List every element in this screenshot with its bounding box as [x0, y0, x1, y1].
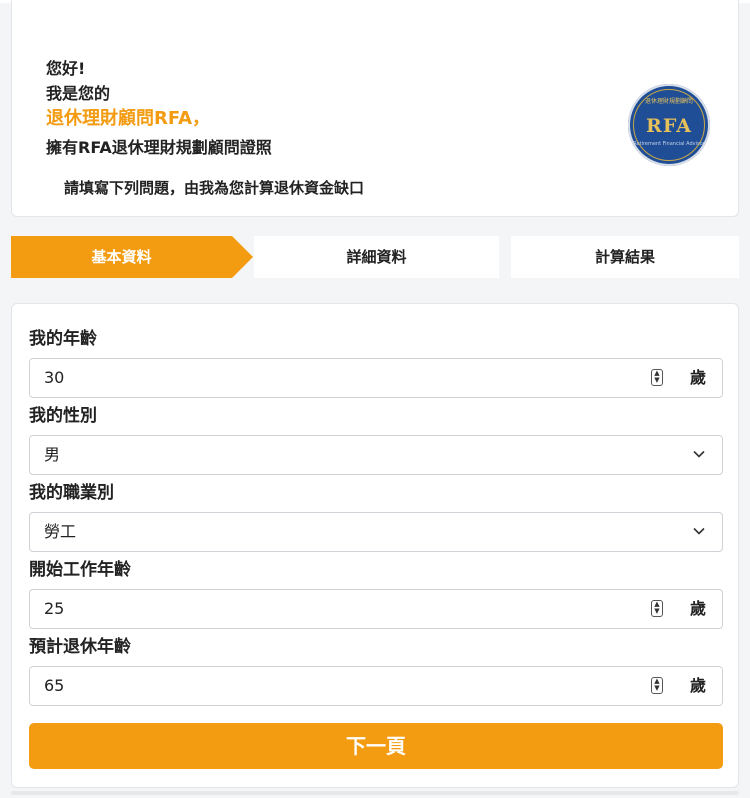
certificate-line: 擁有RFA退休理財規劃顧問證照 [46, 138, 272, 157]
stepper-icon[interactable]: ▲ ▼ [651, 677, 663, 694]
occupation-select[interactable]: 勞工 [29, 512, 723, 552]
start-age-input[interactable]: 25 ▲ ▼ 歲 [29, 589, 723, 629]
step-results: 計算結果 [511, 236, 739, 278]
greeting: 您好! [46, 59, 86, 78]
start-age-unit: 歲 [690, 599, 707, 618]
age-input[interactable]: 30 ▲ ▼ 歲 [29, 358, 723, 398]
rfa-logo: 退休理財規劃顧問 RFA Retirement Financial Adviso… [628, 84, 710, 166]
retire-age-label: 預計退休年齡 [29, 637, 131, 657]
start-age-label: 開始工作年齡 [29, 560, 131, 580]
intro-card: 您好! 我是您的 退休理財顧問RFA， 擁有RFA退休理財規劃顧問證照 請填寫下… [11, 0, 739, 217]
stepper-icon[interactable]: ▲ ▼ [651, 369, 663, 386]
step-basic-info: 基本資料 [11, 236, 253, 278]
step-details: 詳細資料 [254, 236, 499, 278]
instruction-text: 請填寫下列問題，由我為您計算退休資金缺口 [64, 179, 365, 197]
intro-line: 我是您的 [46, 84, 111, 103]
chevron-down-icon [693, 527, 705, 535]
next-page-button[interactable]: 下一頁 [29, 723, 723, 769]
gender-label: 我的性別 [29, 406, 97, 426]
logo-subtext: Retirement Financial Advisor [633, 141, 705, 147]
chevron-down-icon [693, 450, 705, 458]
retire-age-value: 65 [44, 676, 65, 695]
stepper-icon[interactable]: ▲ ▼ [651, 600, 663, 617]
start-age-value: 25 [44, 599, 65, 618]
advisor-title: 退休理財顧問RFA， [46, 108, 211, 129]
occupation-label: 我的職業別 [29, 483, 114, 503]
age-label: 我的年齡 [29, 329, 97, 349]
retire-age-input[interactable]: 65 ▲ ▼ 歲 [29, 666, 723, 706]
retire-age-unit: 歲 [690, 676, 707, 695]
gender-value: 男 [44, 445, 61, 464]
gender-select[interactable]: 男 [29, 435, 723, 475]
age-unit: 歲 [690, 368, 707, 387]
logo-arc-text: 退休理財規劃顧問 [644, 98, 693, 105]
progress-steps: 基本資料 詳細資料 計算結果 [11, 236, 739, 278]
age-value: 30 [44, 368, 65, 387]
occupation-value: 勞工 [44, 522, 77, 541]
basic-info-form: 我的年齡 30 ▲ ▼ 歲 我的性別 男 我的職業別 勞工 開始工作年齡 25 ▲… [11, 303, 739, 788]
logo-abbr: RFA [646, 115, 692, 137]
bottom-divider [11, 791, 739, 795]
